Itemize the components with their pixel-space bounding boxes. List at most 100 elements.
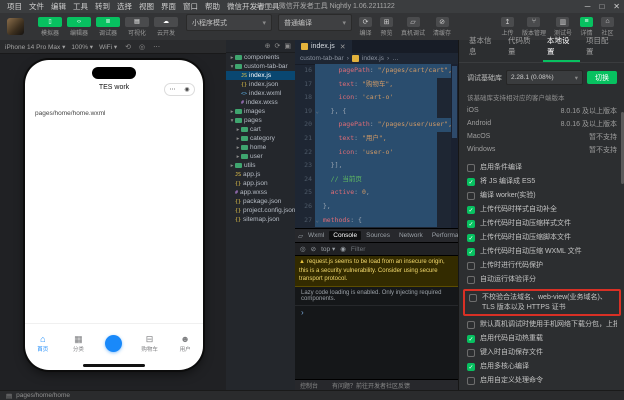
console-prompt[interactable]: › (295, 306, 458, 319)
minimap[interactable] (451, 64, 458, 228)
breadcrumb-item[interactable]: … (392, 55, 399, 62)
phone-tab-首页[interactable]: ⌂ 首页 (25, 324, 61, 362)
option-row[interactable]: 启用自定义处理命令 (467, 376, 617, 386)
toolbar-panel-可视化[interactable]: ▤ 可视化 (125, 16, 149, 37)
clear-console-icon[interactable]: ⊘ (311, 245, 316, 253)
checkbox[interactable] (467, 348, 475, 357)
menu-item[interactable]: 帮助 (205, 1, 220, 12)
tree-item-sitemap.json[interactable]: {} sitemap.json (226, 215, 295, 224)
switch-library-button[interactable]: 切换 (587, 71, 617, 84)
center-action-button[interactable] (105, 334, 123, 352)
more-icon[interactable]: ⋯ (153, 43, 160, 51)
maximize-button[interactable]: □ (599, 2, 604, 11)
record-icon[interactable]: ◎ (300, 245, 306, 253)
screenshot-icon[interactable]: ◎ (139, 43, 145, 51)
checkbox[interactable] (467, 320, 475, 329)
option-row[interactable]: ✓ 上传代码时自动压缩脚本文件 (467, 233, 617, 243)
toolbar-panel-调试器[interactable]: ≣ 调试器 (96, 16, 120, 37)
tree-item-app.json[interactable]: {} app.json (226, 179, 295, 188)
minimize-button[interactable]: ─ (585, 2, 591, 11)
fold-icon[interactable]: ⌄ (315, 214, 319, 228)
checkbox[interactable] (467, 163, 475, 172)
action-编译[interactable]: ⟳ 编译 (359, 16, 372, 37)
tree-item-project.config.json[interactable]: {} project.config.json (226, 206, 295, 215)
option-row[interactable]: 编译 worker(实验) (467, 191, 617, 201)
network-select[interactable]: WiFi ▾ (99, 43, 117, 51)
option-row[interactable]: 启用条件编译 (467, 163, 617, 173)
debugger-tab-network[interactable]: Network (395, 231, 427, 240)
checkbox[interactable]: ✓ (467, 233, 475, 242)
checkbox[interactable] (467, 376, 475, 385)
menu-item[interactable]: 界面 (161, 1, 176, 12)
checkbox[interactable] (467, 261, 475, 270)
device-icon[interactable]: ▱ (298, 232, 303, 240)
device-select[interactable]: iPhone 14 Pro Max ▾ (5, 43, 65, 51)
tree-item-app.js[interactable]: JS app.js (226, 170, 295, 179)
editor-tab-indexjs[interactable]: index.js ✕ (295, 40, 352, 53)
menu-item[interactable]: 选择 (117, 1, 132, 12)
new-file-icon[interactable]: ⊕ (265, 42, 271, 50)
refresh-icon[interactable]: ⟳ (275, 42, 281, 50)
fold-icon[interactable]: ⌄ (315, 105, 319, 119)
detail-tab-基本信息[interactable]: 基本信息 (465, 31, 502, 62)
option-row[interactable]: ✓ 启用代码自动热重载 (467, 334, 617, 344)
code-area[interactable]: 16 pagePath: "/pages/cart/cart", 17 text:… (295, 64, 458, 228)
tree-item-cart[interactable]: ▸ cart (226, 125, 295, 134)
tree-item-user[interactable]: ▸ user (226, 152, 295, 161)
checkbox[interactable] (467, 275, 475, 284)
tree-item-components[interactable]: ▸ components (226, 53, 295, 62)
base-library-select[interactable]: 2.28.1 (0.08%) ▾ (506, 70, 583, 85)
menu-item[interactable]: 编辑 (51, 1, 66, 12)
detail-tab-本地设置[interactable]: 本地设置 (543, 31, 580, 62)
detail-tab-代码质量[interactable]: 代码质量 (504, 31, 541, 62)
checkbox[interactable]: ✓ (467, 334, 475, 343)
detail-tab-项目配置[interactable]: 项目配置 (582, 31, 619, 62)
option-row[interactable]: ✓ 上传代码时自动压缩样式文件 (467, 219, 617, 229)
checkbox[interactable]: ✓ (467, 362, 475, 371)
action-真机调试[interactable]: ▱ 真机调试 (401, 16, 425, 37)
menu-item[interactable]: 工具 (73, 1, 88, 12)
tree-item-package.json[interactable]: {} package.json (226, 197, 295, 206)
option-row[interactable]: 键入时自动保存文件 (467, 348, 617, 358)
tree-item-index.wxml[interactable]: <> index.wxml (226, 89, 295, 98)
debugger-tab-wxml[interactable]: Wxml (304, 231, 328, 240)
phone-tab[interactable] (96, 324, 132, 362)
tree-item-index.json[interactable]: {} index.json (226, 80, 295, 89)
checkbox[interactable] (467, 191, 475, 200)
tree-item-home[interactable]: ▸ home (226, 143, 295, 152)
checkbox[interactable]: ✓ (467, 247, 475, 256)
checkbox[interactable]: ✓ (467, 205, 475, 214)
compile-mode-select[interactable]: 普通编译 ▾ (278, 14, 352, 31)
collapse-icon[interactable]: ▣ (284, 42, 291, 50)
context-select[interactable]: top ▾ (321, 245, 335, 253)
option-no-domain-check[interactable]: 不校验合法域名、web-view(业务域名)、TLS 版本以及 HTTPS 证书 (469, 293, 615, 312)
toolbar-panel-模拟器[interactable]: ▯ 模拟器 (38, 16, 62, 37)
checkbox[interactable]: ✓ (467, 219, 475, 228)
option-row[interactable]: 上传时进行代码保护 (467, 261, 617, 271)
rotate-icon[interactable]: ⟲ (125, 43, 131, 51)
tree-item-images[interactable]: ▸ images (226, 107, 295, 116)
breadcrumb-item[interactable]: custom-tab-bar (300, 55, 344, 62)
menu-item[interactable]: 项目 (7, 1, 22, 12)
avatar[interactable] (7, 18, 24, 35)
phone-tab-用户[interactable]: ☻ 用户 (167, 324, 203, 362)
option-row[interactable]: 自动运行体验评分 (467, 275, 617, 285)
menu-item[interactable]: 转到 (95, 1, 110, 12)
eye-icon[interactable]: ◉ (340, 245, 346, 253)
tree-item-app.wxss[interactable]: # app.wxss (226, 188, 295, 197)
action-清缓存[interactable]: ⊘ 清缓存 (433, 16, 451, 37)
option-row[interactable]: ✓ 将 JS 编译成 ES5 (467, 177, 617, 187)
tree-item-pages[interactable]: ▾ pages (226, 116, 295, 125)
phone-tab-分类[interactable]: ▦ 分类 (61, 324, 97, 362)
menu-item[interactable]: 窗口 (183, 1, 198, 12)
zoom-select[interactable]: 100% ▾ (71, 43, 93, 51)
mode-select[interactable]: 小程序模式 ▾ (186, 14, 272, 31)
tree-item-category[interactable]: ▸ category (226, 134, 295, 143)
option-row[interactable]: ✓ 上传代码时样式自动补全 (467, 205, 617, 215)
option-row[interactable]: 默认真机调试时使用手机网络下载分包，上报错误信息 (467, 320, 617, 330)
option-row[interactable]: ✓ 上传代码时自动压缩 WXML 文件 (467, 247, 617, 257)
menu-item[interactable]: 文件 (29, 1, 44, 12)
miniprogram-capsule[interactable]: ⋯ ◉ (164, 83, 195, 96)
phone-tab-购物车[interactable]: ⊟ 购物车 (132, 324, 168, 362)
option-row[interactable]: ✓ 启用多核心编译 (467, 362, 617, 372)
